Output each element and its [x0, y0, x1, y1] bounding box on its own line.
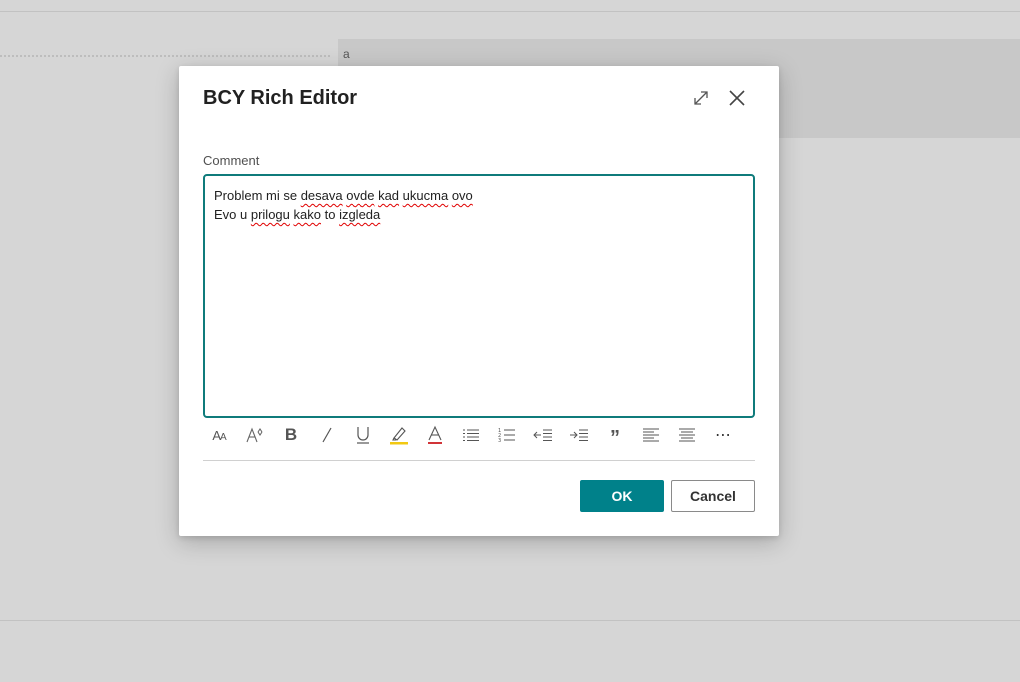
- background-panel-text: a: [343, 47, 350, 61]
- font-size-button[interactable]: AA: [205, 422, 233, 448]
- misspelled-word: kad: [378, 188, 400, 203]
- dialog-divider: [203, 460, 755, 461]
- bullet-list-icon: [463, 429, 479, 441]
- underline-icon: [357, 427, 369, 444]
- bold-button[interactable]: B: [277, 422, 305, 448]
- misspelled-word: prilogu: [250, 207, 290, 222]
- editor-text: Evo u: [214, 207, 251, 222]
- editor-text: Problem mi se: [214, 188, 301, 203]
- quote-button[interactable]: ”: [601, 422, 629, 448]
- more-icon: ⋯: [715, 427, 731, 444]
- italic-button[interactable]: [313, 422, 341, 448]
- font-color-icon: [428, 425, 442, 444]
- background-top-divider: [0, 11, 1020, 12]
- underline-button[interactable]: [349, 422, 377, 448]
- italic-icon: [322, 427, 332, 443]
- expand-icon[interactable]: [689, 86, 713, 110]
- numbered-list-icon: 1 2 3: [498, 428, 515, 443]
- numbered-list-button[interactable]: 1 2 3: [493, 422, 521, 448]
- misspelled-word: ovde: [346, 188, 375, 203]
- highlighter-icon: [390, 427, 408, 445]
- indent-icon: [570, 429, 588, 441]
- misspelled-word: ovo: [451, 188, 473, 203]
- outdent-button[interactable]: [529, 422, 557, 448]
- close-icon[interactable]: [725, 86, 749, 110]
- comment-label: Comment: [203, 153, 260, 168]
- background-dotted-line: [0, 55, 330, 57]
- align-center-button[interactable]: [673, 422, 701, 448]
- align-left-icon: [643, 428, 659, 442]
- cancel-button[interactable]: Cancel: [671, 480, 755, 512]
- grow-font-button[interactable]: [241, 422, 269, 448]
- bold-icon: B: [284, 425, 298, 444]
- misspelled-word: kako: [293, 207, 321, 222]
- ok-button[interactable]: OK: [580, 480, 664, 512]
- outdent-icon: [533, 429, 552, 441]
- comment-editor[interactable]: Problem mi se desava ovde kad ukucma ovo…: [203, 174, 755, 418]
- grow-font-icon: [246, 427, 263, 443]
- background-bottom-divider: [0, 620, 1020, 621]
- editor-line-2: Evo u prilogu kako to izgleda: [214, 205, 744, 224]
- align-left-button[interactable]: [637, 422, 665, 448]
- more-options-button[interactable]: ⋯: [709, 422, 737, 448]
- quote-icon: ”: [610, 427, 620, 449]
- editor-line-1: Problem mi se desava ovde kad ukucma ovo: [214, 186, 744, 205]
- misspelled-word: desava: [300, 188, 343, 203]
- svg-text:3: 3: [498, 438, 501, 443]
- font-color-button[interactable]: [421, 422, 449, 448]
- misspelled-word: izgleda: [339, 207, 381, 222]
- misspelled-word: ukucma: [402, 188, 449, 203]
- highlight-button[interactable]: [385, 422, 413, 448]
- editor-text: to: [320, 207, 340, 222]
- align-center-icon: [679, 428, 695, 442]
- rich-editor-dialog: BCY Rich Editor Comment Problem mi se de…: [179, 66, 779, 536]
- font-size-icon: AA: [212, 427, 226, 443]
- dialog-title: BCY Rich Editor: [203, 87, 358, 109]
- bullet-list-button[interactable]: [457, 422, 485, 448]
- formatting-toolbar: AA B 1 2 3 ” ⋯: [203, 422, 755, 448]
- indent-button[interactable]: [565, 422, 593, 448]
